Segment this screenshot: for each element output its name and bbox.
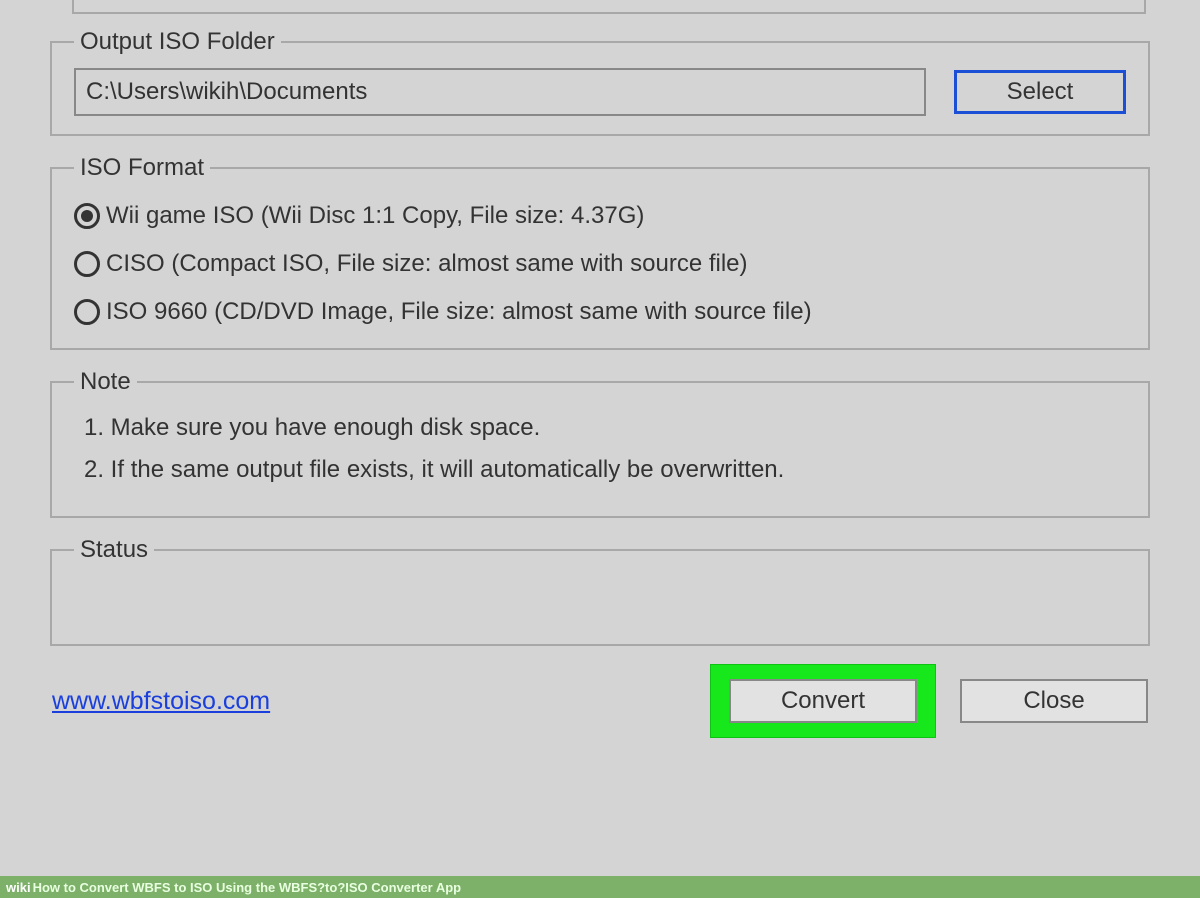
radio-icon (74, 299, 100, 325)
converter-dialog: Output ISO Folder Select ISO Format Wii … (0, 0, 1200, 738)
output-folder-row: Select (74, 68, 1126, 116)
output-folder-legend: Output ISO Folder (74, 28, 281, 56)
output-iso-folder-group: Output ISO Folder Select (50, 28, 1150, 136)
status-group: Status (50, 536, 1150, 646)
note-item: 2. If the same output file exists, it wi… (84, 456, 1126, 484)
website-link[interactable]: www.wbfstoiso.com (52, 687, 270, 716)
truncated-group-above (72, 0, 1146, 14)
radio-label: ISO 9660 (CD/DVD Image, File size: almos… (106, 298, 812, 326)
note-item: 1. Make sure you have enough disk space. (84, 414, 1126, 442)
radio-wii-game-iso[interactable]: Wii game ISO (Wii Disc 1:1 Copy, File si… (74, 202, 1126, 230)
note-list: 1. Make sure you have enough disk space.… (84, 414, 1126, 484)
iso-format-legend: ISO Format (74, 154, 210, 182)
caption-prefix: wiki (6, 880, 31, 895)
radio-label: CISO (Compact ISO, File size: almost sam… (106, 250, 748, 278)
convert-highlight: Convert (710, 664, 936, 738)
note-legend: Note (74, 368, 137, 396)
note-group: Note 1. Make sure you have enough disk s… (50, 368, 1150, 518)
iso-format-group: ISO Format Wii game ISO (Wii Disc 1:1 Co… (50, 154, 1150, 350)
convert-button[interactable]: Convert (729, 679, 917, 723)
close-button[interactable]: Close (960, 679, 1148, 723)
caption-text: How to Convert WBFS to ISO Using the WBF… (33, 880, 462, 895)
radio-label: Wii game ISO (Wii Disc 1:1 Copy, File si… (106, 202, 644, 230)
radio-iso-9660[interactable]: ISO 9660 (CD/DVD Image, File size: almos… (74, 298, 1126, 326)
radio-ciso[interactable]: CISO (Compact ISO, File size: almost sam… (74, 250, 1126, 278)
status-legend: Status (74, 536, 154, 564)
select-folder-button[interactable]: Select (954, 70, 1126, 114)
dialog-footer: www.wbfstoiso.com Convert Close (50, 664, 1150, 738)
radio-icon (74, 203, 100, 229)
output-folder-path-input[interactable] (74, 68, 926, 116)
radio-icon (74, 251, 100, 277)
wikihow-caption-bar: wiki How to Convert WBFS to ISO Using th… (0, 876, 1200, 898)
